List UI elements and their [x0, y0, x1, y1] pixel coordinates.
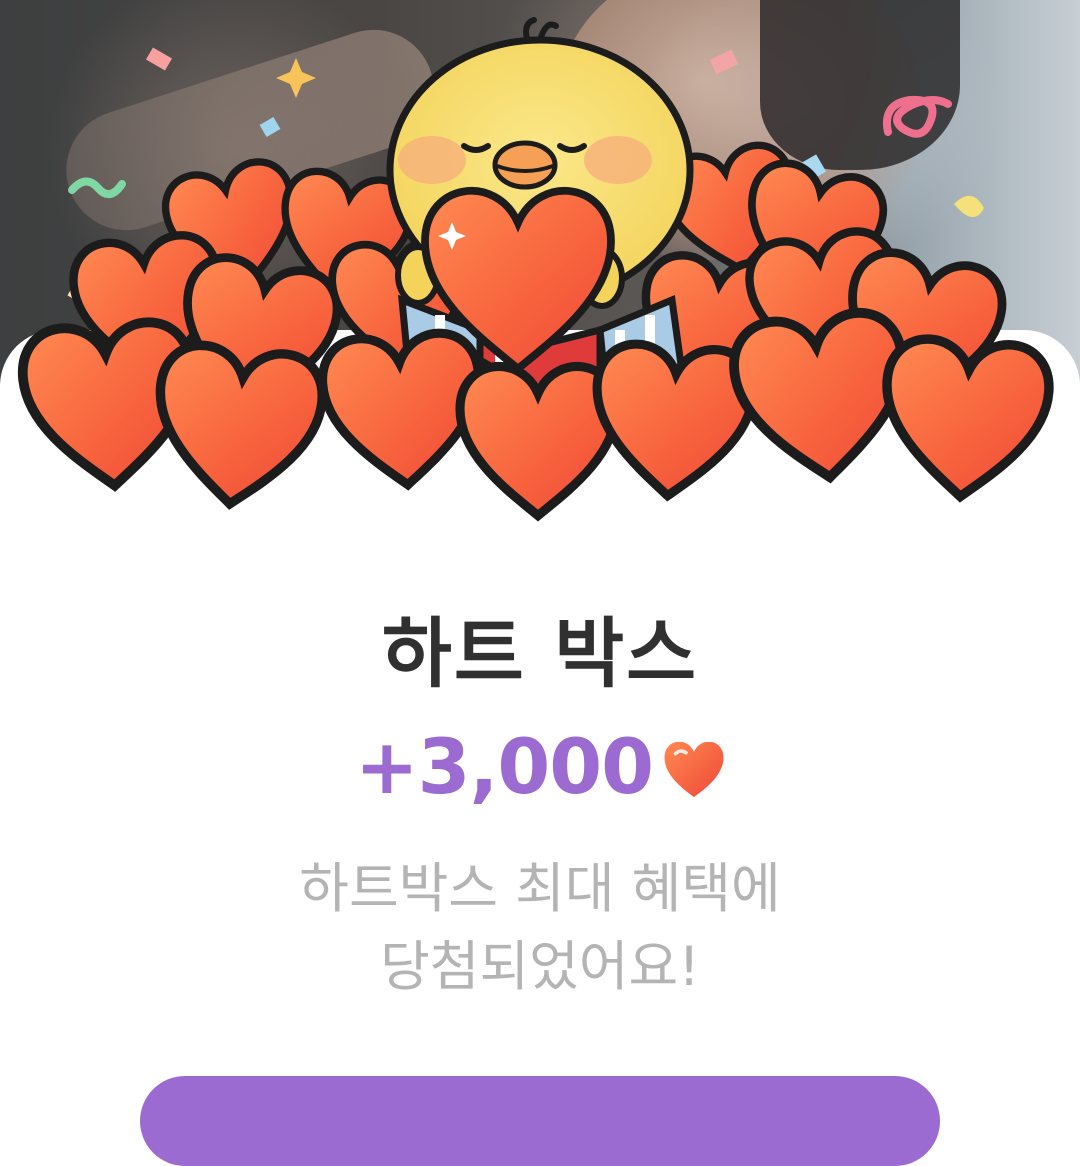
confirm-button[interactable]	[140, 1076, 940, 1166]
reward-message-line-1: 하트박스 최대 혜택에	[299, 857, 781, 920]
heart-box-illustration	[0, 0, 1080, 540]
reward-message-line-2: 당첨되었어요!	[380, 935, 700, 998]
reward-amount: +3,000	[354, 722, 654, 811]
heart-pile-chick-art	[0, 17, 1080, 540]
popup-title: 하트 박스	[381, 609, 699, 698]
reward-row: +3,000	[0, 722, 1080, 811]
reward-message: 하트박스 최대 혜택에 당첨되었어요!	[0, 850, 1080, 1006]
heart-icon	[664, 741, 724, 797]
